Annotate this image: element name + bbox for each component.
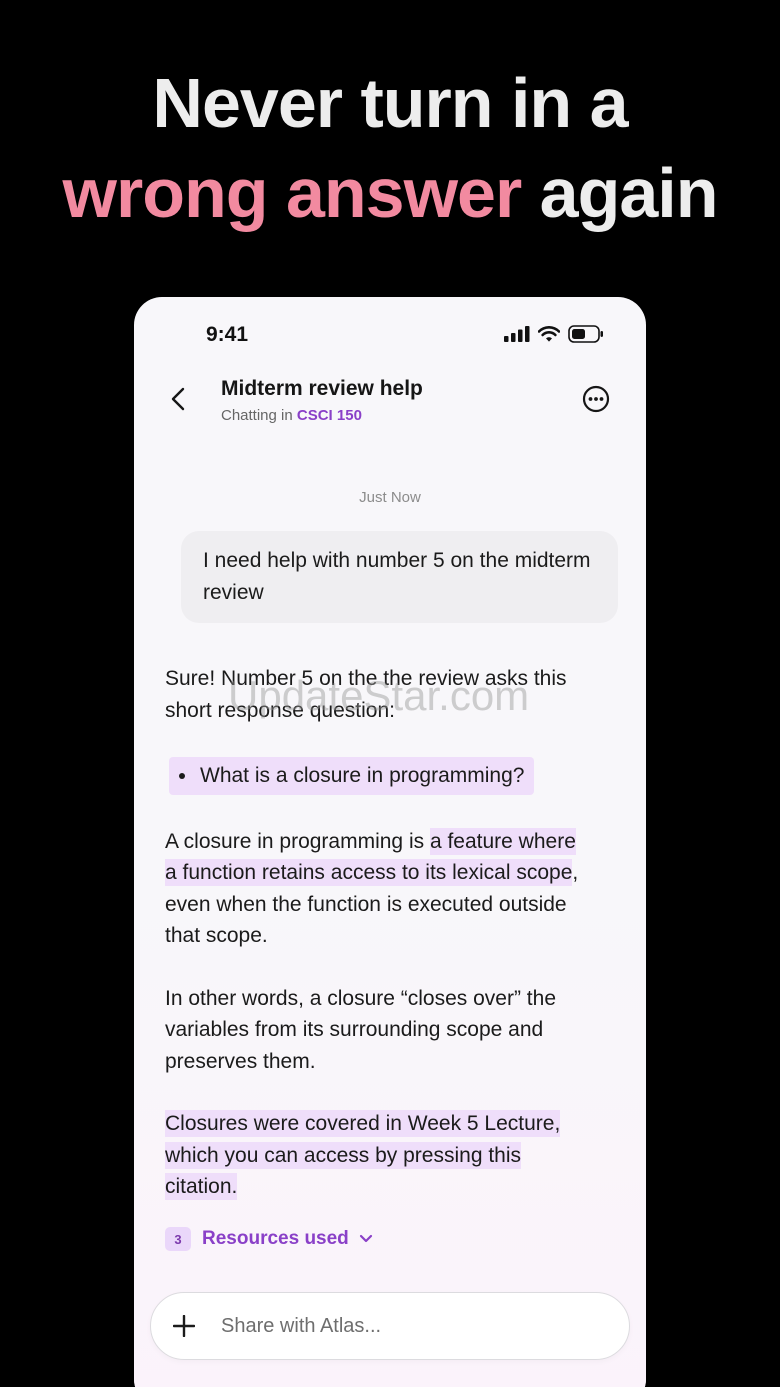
resources-used-toggle[interactable]: 3 Resources used <box>165 1227 373 1251</box>
subtitle-prefix: Chatting in <box>221 407 297 424</box>
resources-count-badge: 3 <box>165 1227 191 1251</box>
chat-subtitle: Chatting in CSCI 150 <box>221 407 362 424</box>
course-link[interactable]: CSCI 150 <box>297 407 362 424</box>
battery-icon <box>568 325 603 343</box>
watermark-text: UpdateStar.com <box>228 672 530 719</box>
reply-paragraph-1: A closure in programming is a feature wh… <box>165 826 585 952</box>
attach-button[interactable] <box>171 1313 197 1339</box>
message-timestamp: Just Now <box>359 489 421 506</box>
phone-screen: 9:41 Midterm review help Chatting in CSC… <box>134 297 646 1387</box>
user-message-bubble: I need help with number 5 on the midterm… <box>181 531 618 623</box>
plus-icon <box>173 1315 195 1337</box>
chevron-left-icon <box>171 387 185 411</box>
back-button[interactable] <box>164 385 192 413</box>
headline-rest: again <box>521 154 719 232</box>
assistant-reply: Sure! Number 5 on the the review asks th… <box>165 663 585 1234</box>
headline-line-2: wrong answer again <box>0 158 780 228</box>
status-time: 9:41 <box>206 323 249 346</box>
chevron-down-icon <box>359 1234 372 1243</box>
reply-paragraph-2: In other words, a closure “closes over” … <box>165 986 557 1073</box>
bullet-dot <box>179 773 185 779</box>
more-options-icon <box>582 385 610 413</box>
question-bullet[interactable]: What is a closure in programming? <box>169 757 535 795</box>
message-input[interactable] <box>221 1314 601 1338</box>
message-composer <box>150 1292 630 1360</box>
signal-icon <box>504 326 530 342</box>
citation-highlight[interactable]: Closures were covered in Week 5 Lecture,… <box>165 1110 561 1201</box>
wifi-icon <box>538 326 560 342</box>
reply-citation-paragraph: Closures were covered in Week 5 Lecture,… <box>165 1108 585 1203</box>
chat-title: Midterm review help <box>221 377 423 400</box>
resources-label: Resources used <box>202 1228 349 1249</box>
headline-line-1: Never turn in a <box>152 64 628 142</box>
more-options-button[interactable] <box>582 385 610 413</box>
status-icons <box>504 325 604 343</box>
bullet-text: What is a closure in programming? <box>200 764 525 788</box>
para1-start: A closure in programming is <box>165 829 430 853</box>
headline-highlight: wrong answer <box>62 154 523 232</box>
